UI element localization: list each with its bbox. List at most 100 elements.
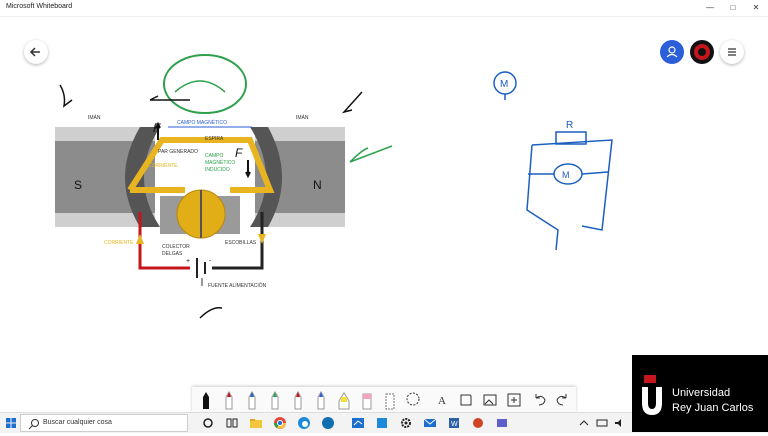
university-name-line2: Rey Juan Carlos bbox=[672, 402, 754, 414]
app-square-icon bbox=[377, 418, 387, 428]
ink-m-top: M bbox=[500, 79, 508, 90]
windows-start-button[interactable] bbox=[3, 415, 19, 431]
text-icon: A bbox=[438, 395, 446, 407]
tray-chevron[interactable] bbox=[576, 415, 592, 431]
avatar-icon bbox=[694, 44, 710, 60]
whiteboard-canvas[interactable]: S N IMÁN IMÁN + - CAMPO MAGNÉTICO ESPIRA… bbox=[0, 17, 768, 412]
ink-green-arrow bbox=[349, 145, 393, 163]
taskbar-app-settings-alt[interactable] bbox=[320, 415, 336, 431]
pen-red-tool[interactable] bbox=[219, 389, 239, 411]
minimize-button[interactable]: — bbox=[699, 0, 721, 16]
colector-label-2: DELGAS bbox=[162, 251, 183, 257]
tray-volume[interactable] bbox=[612, 415, 628, 431]
campo-magnetico-label: CAMPO MAGNÉTICO bbox=[177, 119, 227, 126]
ink-m-circuit: M bbox=[562, 170, 570, 180]
taskbar-app-whiteboard[interactable] bbox=[350, 415, 366, 431]
hamburger-icon bbox=[728, 48, 736, 56]
undo-button[interactable] bbox=[530, 389, 550, 411]
colector-label-1: COLECTOR bbox=[162, 244, 190, 250]
plus-box-icon bbox=[507, 393, 521, 407]
pen-blue-tool[interactable] bbox=[242, 389, 262, 411]
pen-green-tool[interactable] bbox=[265, 389, 285, 411]
plus-label: + bbox=[186, 258, 190, 265]
taskbar-app-explorer[interactable] bbox=[248, 415, 264, 431]
arrow-left-icon bbox=[29, 47, 40, 57]
escobillas-label: ESCOBILLAS bbox=[225, 240, 257, 246]
university-name-line1: Universidad bbox=[672, 387, 731, 399]
iman-left-label: IMÁN bbox=[88, 114, 101, 121]
note-tool[interactable] bbox=[456, 389, 476, 411]
profile-avatar[interactable] bbox=[690, 40, 714, 64]
lasso-tool[interactable] bbox=[403, 389, 423, 411]
ink-arrow-left bbox=[59, 84, 73, 108]
urjc-emblem-icon bbox=[642, 375, 662, 415]
campo-inducido-label-1: CAMPO bbox=[205, 153, 223, 159]
window-title: Microsoft Whiteboard bbox=[6, 3, 73, 10]
volume-icon bbox=[615, 419, 621, 427]
whiteboard-app-icon bbox=[352, 418, 364, 428]
pen-red-2-icon bbox=[294, 391, 302, 410]
svg-text:W: W bbox=[451, 421, 458, 428]
folder-icon bbox=[250, 419, 262, 428]
taskbar-app-edge[interactable] bbox=[296, 415, 312, 431]
ink-f-right: F bbox=[235, 146, 243, 160]
tray-network[interactable] bbox=[594, 415, 610, 431]
ink-toolbar: A bbox=[192, 387, 576, 413]
eraser-tool[interactable] bbox=[380, 389, 400, 411]
back-button[interactable] bbox=[24, 40, 48, 64]
text-tool[interactable]: A bbox=[432, 389, 452, 411]
title-bar: Microsoft Whiteboard — □ ✕ bbox=[0, 0, 768, 17]
taskbar-app-mail[interactable] bbox=[422, 415, 438, 431]
highlighter-pink-tool[interactable] bbox=[357, 389, 377, 411]
word-icon: W bbox=[449, 418, 459, 428]
campo-inducido-label-3: INDUCIDO bbox=[205, 167, 230, 173]
image-icon bbox=[483, 394, 497, 406]
taskbar-app-powerpoint[interactable] bbox=[470, 415, 486, 431]
pen-black-tool[interactable] bbox=[196, 389, 216, 411]
iman-right-label: IMÁN bbox=[296, 114, 309, 121]
pen-red-icon bbox=[225, 391, 233, 410]
search-icon bbox=[28, 419, 39, 430]
pen-blue-icon bbox=[248, 391, 256, 410]
network-icon bbox=[596, 419, 608, 427]
image-tool[interactable] bbox=[480, 389, 500, 411]
ink-r-label: R bbox=[566, 120, 573, 131]
highlighter-pink-icon bbox=[362, 393, 372, 410]
pen-black-icon bbox=[203, 392, 209, 409]
task-view-icon bbox=[226, 418, 238, 428]
pole-s-label: S bbox=[74, 178, 82, 192]
maximize-button[interactable]: □ bbox=[722, 0, 744, 16]
redo-button[interactable] bbox=[552, 389, 572, 411]
cortana-button[interactable] bbox=[200, 415, 216, 431]
par-generado-label: PAR GENERADO bbox=[158, 149, 198, 155]
chrome-icon bbox=[274, 417, 286, 429]
windows-logo-icon bbox=[6, 418, 16, 428]
taskbar-search-box[interactable]: Buscar cualquier cosa bbox=[20, 414, 188, 432]
ink-green-circle bbox=[163, 54, 247, 114]
person-icon bbox=[666, 46, 678, 58]
menu-button[interactable] bbox=[720, 40, 744, 64]
ink-f-left: F bbox=[153, 121, 161, 135]
pen-green-icon bbox=[271, 391, 279, 410]
task-view-button[interactable] bbox=[224, 415, 240, 431]
account-button[interactable] bbox=[660, 40, 684, 64]
pen-red-2-tool[interactable] bbox=[288, 389, 308, 411]
pen-blue-2-tool[interactable] bbox=[311, 389, 331, 411]
taskbar-settings[interactable] bbox=[398, 415, 414, 431]
powerpoint-icon bbox=[473, 418, 483, 428]
insert-tool[interactable] bbox=[504, 389, 524, 411]
fuente-label: FUENTE ALIMENTACIÓN bbox=[208, 282, 267, 289]
taskbar-app-chrome[interactable] bbox=[272, 415, 288, 431]
campo-inducido-label-2: MAGNÉTICO bbox=[205, 159, 235, 166]
teams-icon bbox=[497, 419, 507, 427]
highlighter-yellow-tool[interactable] bbox=[334, 389, 354, 411]
corriente-left-label: CORRIENTE bbox=[104, 240, 134, 246]
note-icon bbox=[460, 394, 472, 406]
taskbar-app-teams[interactable] bbox=[494, 415, 510, 431]
app-circle-icon bbox=[322, 417, 334, 429]
close-button[interactable]: ✕ bbox=[745, 0, 767, 16]
university-logo: Universidad Rey Juan Carlos bbox=[632, 355, 768, 432]
taskbar-app-teams-alt[interactable] bbox=[374, 415, 390, 431]
taskbar-app-word[interactable]: W bbox=[446, 415, 462, 431]
ink-circuit bbox=[526, 139, 613, 251]
